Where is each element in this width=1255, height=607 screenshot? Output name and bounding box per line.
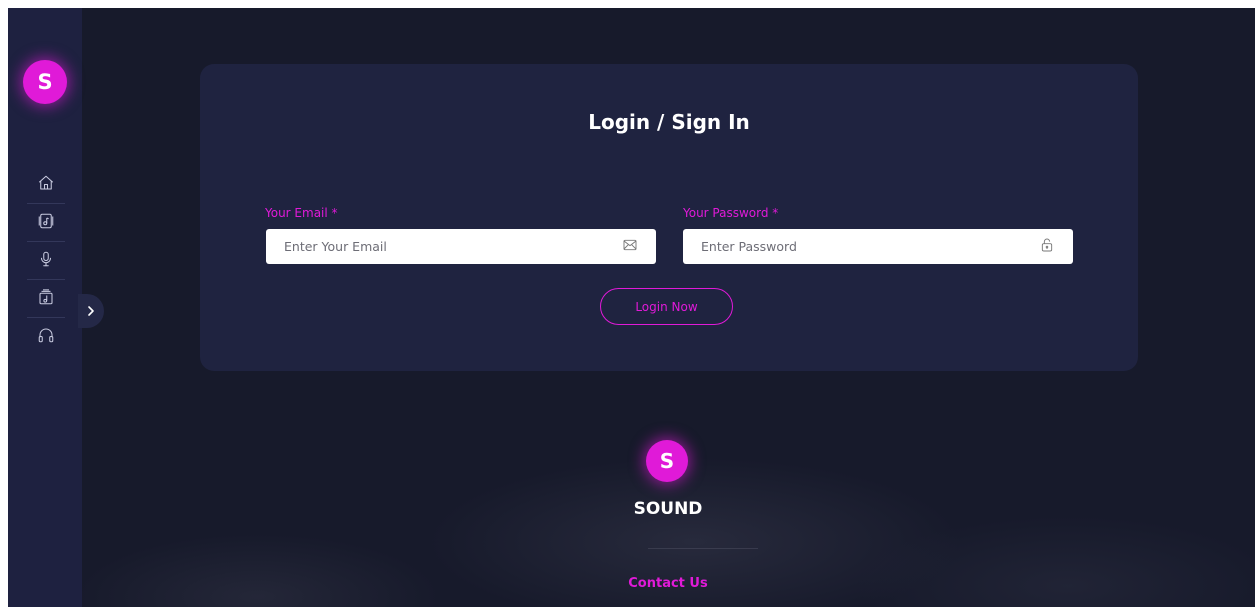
sidebar-item-podcast[interactable] <box>27 242 65 280</box>
sidebar-toggle-button[interactable] <box>78 294 104 328</box>
microphone-icon <box>37 250 55 272</box>
envelope-icon <box>622 237 638 257</box>
login-card: Login / Sign In Your Email * Your Passwo… <box>200 64 1138 371</box>
sidebar-item-home[interactable] <box>27 166 65 204</box>
page-title: Login / Sign In <box>588 110 750 134</box>
brand-name: SOUND <box>633 499 703 519</box>
contact-us-link[interactable]: Contact Us <box>568 576 768 591</box>
footer-logo[interactable]: S <box>646 440 688 482</box>
sidebar-nav <box>27 166 65 356</box>
app-frame: S Login / Sign In Your Email * Enter You… <box>8 8 1255 607</box>
music-library-icon <box>37 212 55 234</box>
footer-divider <box>648 548 758 549</box>
footer-backdrop <box>8 388 1255 607</box>
sidebar-item-albums[interactable] <box>27 280 65 318</box>
sidebar-item-music-library[interactable] <box>27 204 65 242</box>
password-label: Your Password * <box>683 206 779 220</box>
email-field[interactable] <box>284 239 604 254</box>
album-icon <box>37 288 55 310</box>
login-button[interactable]: Login Now <box>600 288 733 325</box>
email-field-wrapper <box>266 229 656 264</box>
headphones-icon <box>37 326 55 348</box>
home-icon <box>37 174 55 196</box>
sidebar: S <box>8 8 82 607</box>
chevron-right-icon <box>86 302 96 321</box>
lock-icon <box>1039 237 1055 257</box>
sidebar-item-headphones[interactable] <box>27 318 65 356</box>
email-label: Your Email * <box>265 206 338 220</box>
password-field-wrapper <box>683 229 1073 264</box>
password-field[interactable] <box>701 239 1021 254</box>
sidebar-logo[interactable]: S <box>23 60 67 104</box>
